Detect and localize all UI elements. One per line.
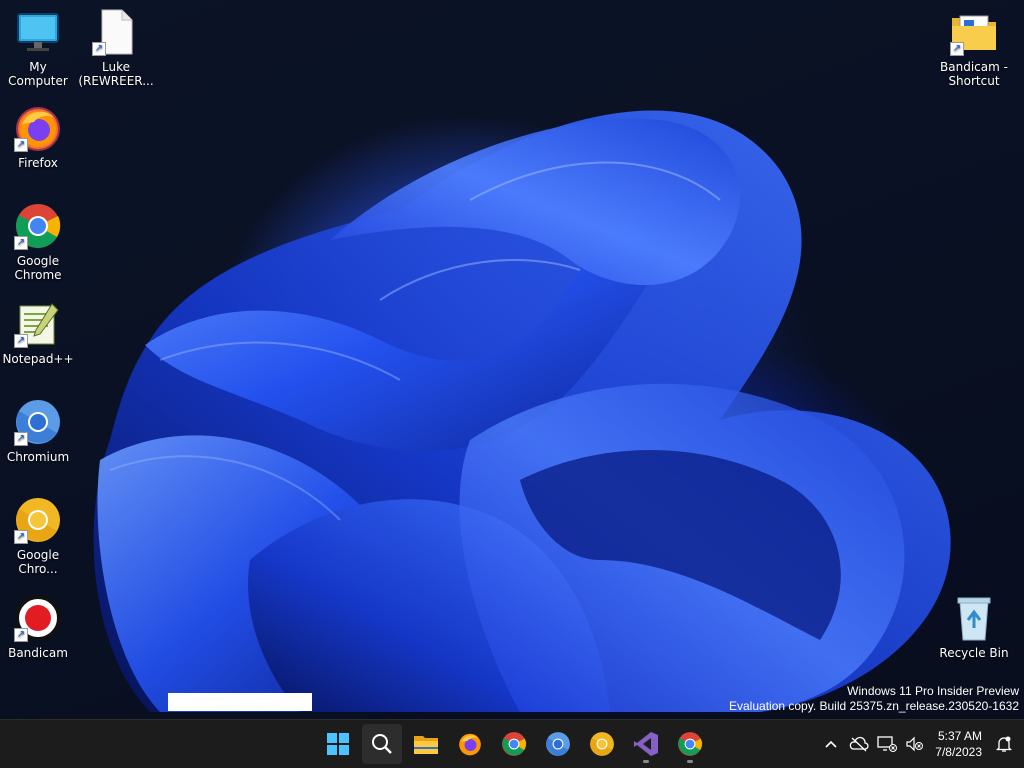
- desktop-icon-my-computer[interactable]: My Computer: [0, 8, 76, 88]
- desktop-icon-notepad-plus-plus[interactable]: ↗ Notepad++: [0, 300, 76, 366]
- desktop-icon-label: Bandicam - Shortcut: [940, 60, 1008, 88]
- desktop-icon-label: Bandicam: [8, 646, 68, 660]
- search-button[interactable]: [362, 724, 402, 764]
- windows-start-icon: [327, 733, 349, 755]
- desktop-icon-recycle-bin[interactable]: Recycle Bin: [936, 594, 1012, 660]
- network-disconnected-icon[interactable]: [873, 730, 901, 758]
- chrome-icon: [502, 732, 527, 756]
- visual-studio-icon: [634, 732, 658, 756]
- desktop-icon-label: Recycle Bin: [939, 646, 1009, 660]
- desktop-icon-bandicam-shortcut[interactable]: ↗ Bandicam - Shortcut: [936, 8, 1012, 88]
- desktop-wallpaper: [0, 0, 1024, 720]
- bandicam-record-icon: ↗: [14, 594, 62, 642]
- desktop-icon-label: My Computer: [8, 60, 68, 88]
- desktop-icon-firefox[interactable]: ↗ Firefox: [0, 104, 76, 170]
- taskbar: 5:37 AM 7/8/2023: [0, 719, 1024, 768]
- desktop-icon-label: Chromium: [6, 450, 70, 464]
- desktop-icon-luke-file[interactable]: ↗ Luke (REWREER...: [78, 8, 154, 88]
- desktop-icon-label: Luke (REWREER...: [78, 60, 154, 88]
- taskbar-clock[interactable]: 5:37 AM 7/8/2023: [929, 728, 990, 760]
- notepad-plus-plus-icon: ↗: [14, 300, 62, 348]
- bloom-wallpaper-art: [93, 110, 951, 712]
- notifications-bell-icon[interactable]: [990, 730, 1018, 758]
- desktop-icon-bandicam[interactable]: ↗ Bandicam: [0, 594, 76, 660]
- shortcut-arrow-icon: ↗: [14, 334, 28, 348]
- shortcut-arrow-icon: ↗: [950, 42, 964, 56]
- chrome-icon: ↗: [14, 202, 62, 250]
- taskbar-file-explorer[interactable]: [406, 724, 446, 764]
- chrome-canary-icon: [590, 732, 614, 756]
- chrome-icon: [678, 732, 703, 756]
- start-button[interactable]: [318, 724, 358, 764]
- taskbar-chrome[interactable]: [494, 724, 534, 764]
- taskbar-chromium[interactable]: [538, 724, 578, 764]
- desktop-icon-google-chrome[interactable]: ↗ Google Chrome: [0, 202, 76, 282]
- shortcut-arrow-icon: ↗: [14, 138, 28, 152]
- firefox-icon: ↗: [14, 104, 62, 152]
- volume-muted-icon[interactable]: [901, 730, 929, 758]
- desktop-icon-chromium[interactable]: ↗ Chromium: [0, 398, 76, 464]
- taskbar-apps: [316, 720, 712, 768]
- shortcut-arrow-icon: ↗: [92, 42, 106, 56]
- taskbar-chrome-running[interactable]: [670, 724, 710, 764]
- shortcut-arrow-icon: ↗: [14, 530, 28, 544]
- blank-file-icon: ↗: [92, 8, 140, 56]
- firefox-icon: [459, 733, 481, 756]
- recycle-bin-icon: [950, 594, 998, 642]
- clock-date: 7/8/2023: [935, 745, 982, 759]
- desktop-icon-google-chrome-canary[interactable]: ↗ Google Chro...: [0, 496, 76, 576]
- desktop-icon-label: Firefox: [18, 156, 58, 170]
- system-tray: 5:37 AM 7/8/2023: [817, 720, 1024, 768]
- desktop-icon-label: Google Chro...: [16, 548, 60, 576]
- windows-evaluation-watermark: Windows 11 Pro Insider Preview Evaluatio…: [729, 684, 1019, 714]
- taskbar-visual-studio[interactable]: [626, 724, 666, 764]
- monitor-icon: [14, 8, 62, 56]
- shortcut-arrow-icon: ↗: [14, 432, 28, 446]
- desktop-icon-label: Notepad++: [2, 352, 74, 366]
- folder-icon: ↗: [950, 8, 998, 56]
- onedrive-offline-icon[interactable]: [845, 730, 873, 758]
- watermark-line1: Windows 11 Pro Insider Preview: [847, 684, 1019, 698]
- white-overlay-bar: [168, 693, 312, 711]
- show-hidden-icons-chevron-up-icon[interactable]: [817, 730, 845, 758]
- chrome-canary-icon: ↗: [14, 496, 62, 544]
- shortcut-arrow-icon: ↗: [14, 628, 28, 642]
- taskbar-firefox[interactable]: [450, 724, 490, 764]
- taskbar-chrome-canary[interactable]: [582, 724, 622, 764]
- chromium-icon: ↗: [14, 398, 62, 446]
- chromium-icon: [546, 732, 570, 756]
- shortcut-arrow-icon: ↗: [14, 236, 28, 250]
- file-explorer-icon: [414, 736, 438, 754]
- desktop-icon-label: Google Chrome: [14, 254, 62, 282]
- watermark-line2: Evaluation copy. Build 25375.zn_release.…: [729, 699, 1019, 713]
- clock-time: 5:37 AM: [937, 729, 982, 743]
- search-icon: [372, 734, 392, 754]
